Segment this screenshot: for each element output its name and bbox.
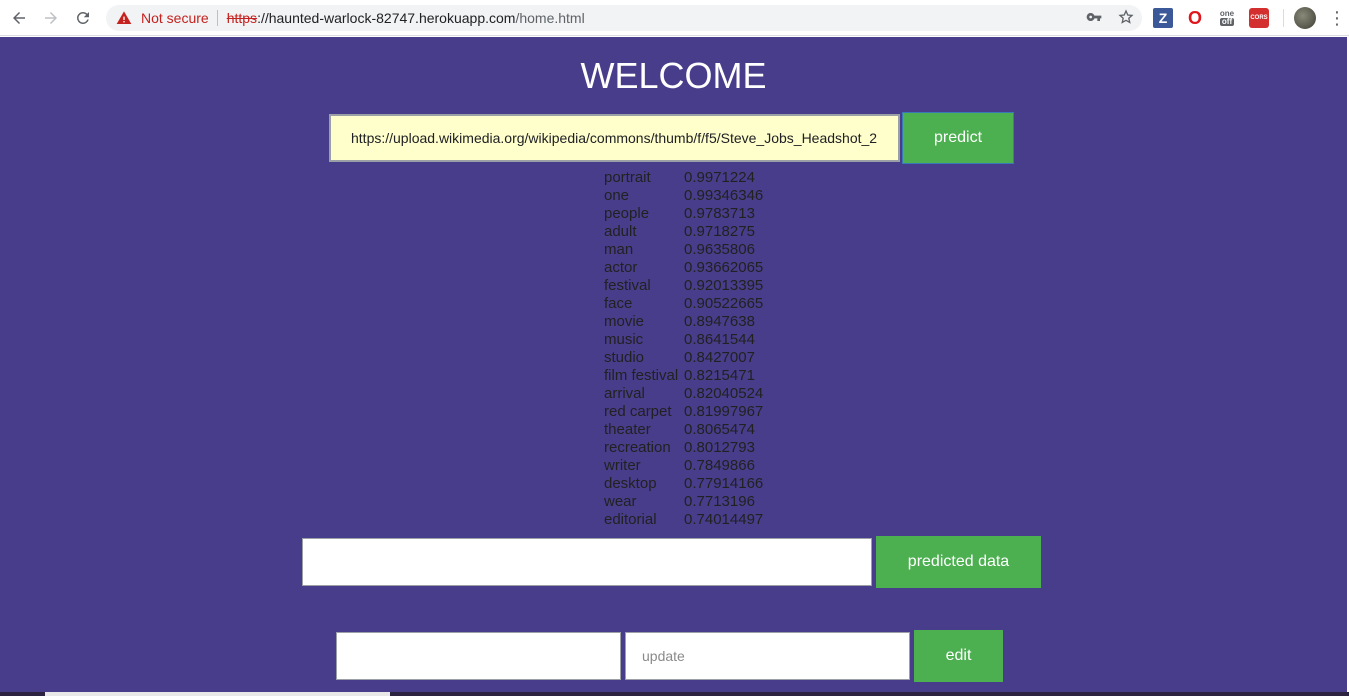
z-extension-icon[interactable]: Z bbox=[1153, 8, 1173, 28]
result-label: desktop bbox=[604, 475, 657, 492]
profile-avatar[interactable] bbox=[1294, 7, 1316, 29]
opera-extension-icon[interactable]: O bbox=[1185, 8, 1205, 28]
url-path: /home.html bbox=[515, 10, 585, 26]
result-row: theater 0.8065474 bbox=[604, 421, 763, 439]
security-status[interactable]: Not secure bbox=[141, 10, 209, 26]
result-score: 0.9718275 bbox=[684, 223, 755, 240]
cors-extension-icon[interactable]: CORS bbox=[1249, 8, 1269, 28]
result-score: 0.7849866 bbox=[684, 457, 755, 474]
result-label: movie bbox=[604, 313, 645, 330]
result-label: music bbox=[604, 331, 644, 348]
result-score: 0.9971224 bbox=[684, 169, 755, 186]
browser-toolbar: Not secure https://haunted-warlock-82747… bbox=[0, 0, 1349, 36]
result-row: studio 0.8427007 bbox=[604, 349, 763, 367]
result-row: face 0.90522665 bbox=[604, 295, 763, 313]
result-label: festival bbox=[604, 277, 651, 294]
result-score: 0.7713196 bbox=[684, 493, 755, 510]
result-row: editorial 0.74014497 bbox=[604, 511, 763, 529]
result-row: recreation 0.8012793 bbox=[604, 439, 763, 457]
result-label: studio bbox=[604, 349, 645, 366]
page-content: WELCOME predict portrait 0.9971224 one 0.99… bbox=[0, 37, 1347, 696]
result-label: recreation bbox=[604, 439, 671, 456]
predicted-data-button[interactable]: predicted data bbox=[876, 536, 1041, 588]
result-label: adult bbox=[604, 223, 637, 240]
result-row: movie 0.8947638 bbox=[604, 313, 763, 331]
result-score: 0.92013395 bbox=[684, 277, 764, 294]
result-score: 0.93662065 bbox=[684, 259, 764, 276]
result-label: man bbox=[604, 241, 634, 258]
result-score: 0.8215471 bbox=[684, 367, 755, 384]
off-extension-icon[interactable]: one off bbox=[1217, 8, 1237, 28]
result-label: arrival bbox=[604, 385, 645, 402]
result-score: 0.81997967 bbox=[684, 403, 764, 420]
result-score: 0.77914166 bbox=[684, 475, 764, 492]
star-icon[interactable] bbox=[1118, 8, 1134, 28]
result-label: actor bbox=[604, 259, 638, 276]
result-score: 0.8065474 bbox=[684, 421, 755, 438]
result-label: face bbox=[604, 295, 633, 312]
result-row: writer 0.7849866 bbox=[604, 457, 763, 475]
result-score: 0.74014497 bbox=[684, 511, 764, 528]
key-icon[interactable] bbox=[1086, 9, 1102, 28]
result-score: 0.99346346 bbox=[684, 187, 764, 204]
omnibox-divider bbox=[216, 10, 218, 26]
address-bar[interactable]: Not secure https://haunted-warlock-82747… bbox=[106, 5, 1142, 31]
result-score: 0.90522665 bbox=[684, 295, 764, 312]
result-row: music 0.8641544 bbox=[604, 331, 763, 349]
edit-input[interactable] bbox=[336, 632, 621, 680]
result-label: wear bbox=[604, 493, 637, 510]
result-label: portrait bbox=[604, 169, 651, 186]
taskbar-segment bbox=[45, 692, 390, 696]
image-url-input[interactable] bbox=[329, 114, 900, 162]
update-input[interactable] bbox=[625, 632, 910, 680]
result-label: writer bbox=[604, 457, 641, 474]
result-row: man 0.9635806 bbox=[604, 241, 763, 259]
result-label: theater bbox=[604, 421, 651, 438]
result-row: film festival 0.8215471 bbox=[604, 367, 763, 385]
result-label: one bbox=[604, 187, 630, 204]
result-score: 0.8012793 bbox=[684, 439, 755, 456]
result-label: film festival bbox=[604, 367, 679, 384]
result-row: festival 0.92013395 bbox=[604, 277, 763, 295]
result-score: 0.9635806 bbox=[684, 241, 755, 258]
taskbar-strip bbox=[0, 692, 1349, 696]
result-row: adult 0.9718275 bbox=[604, 223, 763, 241]
edit-button[interactable]: edit bbox=[914, 630, 1003, 682]
result-row: actor 0.93662065 bbox=[604, 259, 763, 277]
back-icon[interactable] bbox=[3, 2, 35, 34]
url-text[interactable]: https://haunted-warlock-82747.herokuapp.… bbox=[227, 10, 585, 26]
reload-icon[interactable] bbox=[67, 2, 99, 34]
result-score: 0.82040524 bbox=[684, 385, 764, 402]
toolbar-divider bbox=[1283, 9, 1284, 27]
predicted-data-input[interactable] bbox=[302, 538, 872, 586]
result-score: 0.8641544 bbox=[684, 331, 755, 348]
result-row: one 0.99346346 bbox=[604, 187, 763, 205]
prediction-results-table: portrait 0.9971224 one 0.99346346 people 0.97… bbox=[604, 169, 763, 529]
url-scheme: https bbox=[226, 10, 258, 26]
result-row: red carpet 0.81997967 bbox=[604, 403, 763, 421]
result-row: wear 0.7713196 bbox=[604, 493, 763, 511]
forward-icon[interactable] bbox=[35, 2, 67, 34]
warning-icon bbox=[116, 10, 132, 26]
more-menu-icon[interactable]: ⋮ bbox=[1328, 9, 1346, 27]
result-score: 0.8427007 bbox=[684, 349, 755, 366]
result-row: arrival 0.82040524 bbox=[604, 385, 763, 403]
result-score: 0.8947638 bbox=[684, 313, 755, 330]
predict-button[interactable]: predict bbox=[902, 112, 1014, 164]
result-row: portrait 0.9971224 bbox=[604, 169, 763, 187]
result-row: desktop 0.77914166 bbox=[604, 475, 763, 493]
result-label: red carpet bbox=[604, 403, 672, 420]
url-host: ://haunted-warlock-82747.herokuapp.com bbox=[257, 10, 516, 26]
off-extension-badge: off bbox=[1219, 17, 1235, 26]
result-label: people bbox=[604, 205, 650, 222]
page-title: WELCOME bbox=[580, 55, 767, 96]
result-score: 0.9783713 bbox=[684, 205, 755, 222]
result-row: people 0.9783713 bbox=[604, 205, 763, 223]
result-label: editorial bbox=[604, 511, 657, 528]
